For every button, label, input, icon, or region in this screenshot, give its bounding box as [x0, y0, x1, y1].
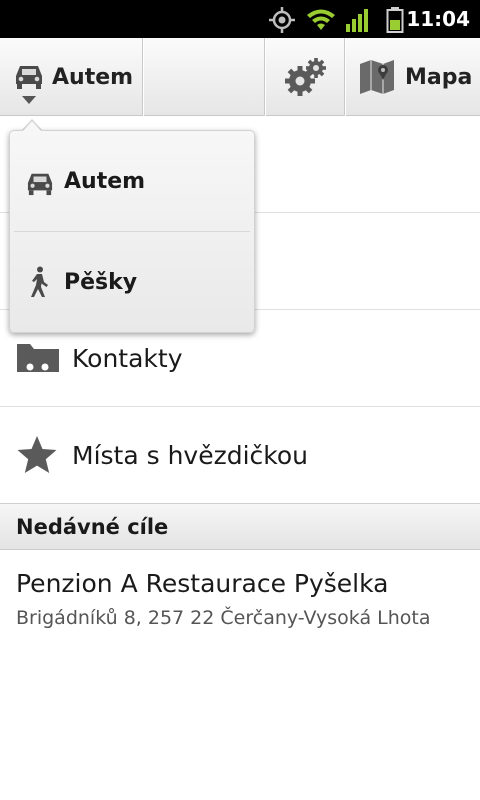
- list-item-label: Kontakty: [72, 344, 183, 373]
- contacts-folder-icon: [17, 344, 59, 372]
- gears-icon: [285, 58, 326, 96]
- list-item-starred-places[interactable]: Místa s hvězdičkou: [0, 407, 480, 504]
- star-icon: [17, 436, 57, 473]
- wifi-icon: [307, 9, 335, 30]
- dropdown-item-car[interactable]: Autem: [10, 131, 254, 231]
- travel-mode-spinner[interactable]: Autem: [0, 38, 142, 116]
- list-item-label: Místa s hvězdičkou: [72, 441, 309, 470]
- travel-mode-dropdown: Autem Pěšky: [9, 130, 255, 333]
- recent-destinations-header: Nedávné cíle: [0, 503, 480, 550]
- walking-icon: [31, 266, 48, 297]
- dropdown-item-label: Autem: [64, 169, 146, 194]
- dropdown-item-walking[interactable]: Pěšky: [10, 232, 254, 332]
- settings-button[interactable]: [265, 38, 344, 116]
- action-bar: Autem Mapa: [0, 38, 480, 116]
- status-bar: 11:04: [0, 0, 480, 38]
- destination-address: Brigádníků 8, 257 22 Čerčany-Vysoká Lhot…: [16, 607, 431, 629]
- signal-icon: [346, 9, 368, 32]
- dropdown-indicator-icon: [22, 96, 36, 104]
- map-button[interactable]: Mapa: [345, 38, 480, 116]
- car-icon: [16, 66, 42, 89]
- clock: 11:04: [406, 7, 470, 31]
- travel-mode-label: Autem: [52, 65, 134, 90]
- battery-icon: [386, 7, 404, 33]
- map-button-label: Mapa: [405, 65, 473, 90]
- car-icon: [27, 173, 53, 196]
- destination-name: Penzion A Restaurace Pyšelka: [16, 569, 389, 598]
- gps-icon: [269, 7, 295, 33]
- map-icon: [360, 60, 394, 94]
- section-title: Nedávné cíle: [16, 515, 169, 539]
- popup-arrow-fill: [22, 121, 42, 132]
- recent-destination-item[interactable]: Penzion A Restaurace Pyšelka Brigádníků …: [0, 551, 480, 641]
- action-bar-divider: [142, 38, 143, 116]
- dropdown-item-label: Pěšky: [64, 270, 138, 295]
